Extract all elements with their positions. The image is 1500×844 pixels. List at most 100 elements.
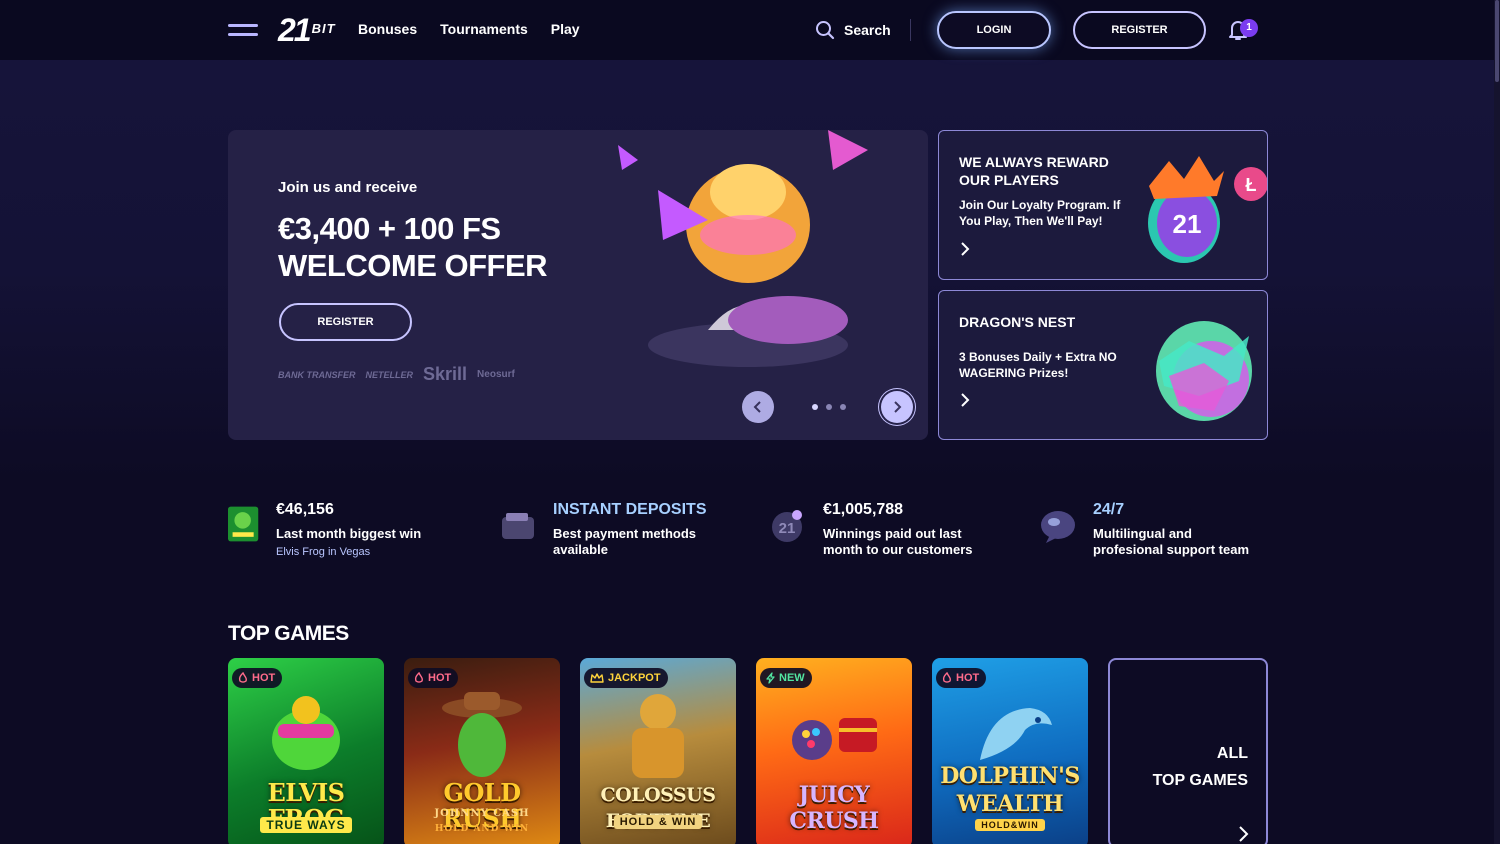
search-icon bbox=[816, 21, 835, 40]
game-thumbnail-icon bbox=[228, 506, 259, 542]
all-top-games-card[interactable]: ALL TOP GAMES bbox=[1108, 658, 1268, 844]
game-tag-label: TRUE WAYS bbox=[260, 817, 352, 833]
login-button[interactable]: LOGIN bbox=[937, 11, 1051, 49]
payment-bank-transfer: BANK TRANSFER bbox=[278, 369, 356, 380]
game-title: DOLPHIN'S WEALTH bbox=[940, 763, 1080, 817]
crown-icon bbox=[590, 672, 604, 683]
stat-desc-line2: available bbox=[553, 542, 608, 557]
chevron-right-icon bbox=[961, 242, 970, 256]
top-header: 21 BIT Bonuses Tournaments Play Search L… bbox=[0, 0, 1500, 60]
badge-label: HOT bbox=[428, 672, 452, 684]
badge-label: NEW bbox=[779, 672, 805, 684]
game-badge: HOT bbox=[936, 668, 987, 688]
stat-desc-line2: profesional support team bbox=[1093, 542, 1250, 557]
stat-value: €1,005,788 bbox=[823, 501, 904, 518]
game-card-juicy-crush[interactable]: NEW JUICY CRUSH bbox=[756, 658, 912, 844]
nav-bonuses[interactable]: Bonuses bbox=[358, 21, 417, 37]
all-games-line2: TOP GAMES bbox=[1152, 772, 1248, 789]
game-tag: HOLD&WIN bbox=[932, 819, 1088, 831]
game-card-gold-rush[interactable]: HOT GOLD RUSH JOHNNY CASH HOLD AND WIN bbox=[404, 658, 560, 844]
game-title: JUICY CRUSH bbox=[789, 782, 879, 834]
logo-number: 21 bbox=[278, 12, 312, 48]
hero-subtitle: Join us and receive bbox=[278, 179, 418, 196]
all-top-games-label: ALL TOP GAMES bbox=[1153, 740, 1248, 794]
dragons-nest-promo-card[interactable]: DRAGON'S NEST 3 Bonuses Daily + Extra NO… bbox=[938, 290, 1268, 440]
flame-icon bbox=[238, 672, 247, 683]
game-badge: JACKPOT bbox=[584, 668, 668, 688]
bolt-icon bbox=[766, 672, 775, 684]
scrollbar-thumb[interactable] bbox=[1495, 0, 1499, 82]
game-tag-label: HOLD&WIN bbox=[975, 819, 1045, 831]
game-badge: HOT bbox=[232, 668, 283, 688]
badge-label: HOT bbox=[956, 672, 980, 684]
scrollbar-track[interactable] bbox=[1494, 0, 1500, 844]
badge-label: JACKPOT bbox=[608, 672, 661, 684]
stat-game-link[interactable]: Elvis Frog in Vegas bbox=[276, 546, 370, 558]
game-artwork bbox=[272, 696, 340, 770]
loyalty-promo-card[interactable]: WE ALWAYS REWARD OUR PLAYERS Join Our Lo… bbox=[938, 130, 1268, 280]
chevron-right-icon bbox=[961, 393, 970, 407]
top-games-heading: TOP GAMES bbox=[228, 622, 349, 645]
stat-value: €46,156 bbox=[276, 501, 334, 518]
search-label: Search bbox=[844, 22, 891, 38]
game-tag: HOLD & WIN bbox=[580, 815, 736, 829]
loyalty-coin-illustration: 21 Ł bbox=[1148, 156, 1267, 263]
dragon-egg-illustration bbox=[1156, 321, 1252, 421]
chevron-right-icon bbox=[1239, 826, 1249, 842]
all-games-line1: ALL bbox=[1216, 745, 1248, 762]
welcome-offer-banner: Join us and receive €3,400 + 100 FS WELC… bbox=[228, 130, 928, 440]
game-artwork bbox=[632, 694, 684, 778]
stat-desc-line1: Winnings paid out last bbox=[823, 526, 962, 541]
carousel-dot-1[interactable] bbox=[812, 404, 818, 410]
game-tag-label: HOLD & WIN bbox=[613, 815, 703, 829]
stat-description: Last month biggest win bbox=[276, 526, 422, 541]
svg-text:21: 21 bbox=[1173, 209, 1202, 239]
carousel-prev-button[interactable] bbox=[742, 391, 774, 423]
promo-title: WE ALWAYS REWARD OUR PLAYERS bbox=[959, 154, 1109, 188]
promo-text: Join Our Loyalty Program. If You Play, T… bbox=[959, 198, 1121, 228]
stat-description: Winnings paid out last month to our cust… bbox=[823, 526, 973, 558]
stat-description: Best payment methods available bbox=[553, 526, 696, 558]
game-artwork bbox=[792, 718, 877, 760]
stat-desc-line1: Best payment methods bbox=[553, 526, 697, 541]
carousel-dots bbox=[812, 404, 846, 410]
stat-value: 24/7 bbox=[1093, 501, 1125, 518]
promo-text: 3 Bonuses Daily + Extra NO WAGERING Priz… bbox=[959, 350, 1117, 380]
hero-mascot-illustration bbox=[618, 130, 868, 367]
coin-icon: 21 bbox=[772, 510, 802, 542]
payment-methods: BANK TRANSFER NETELLER Skrill Neosurf bbox=[278, 364, 515, 385]
nav-play[interactable]: Play bbox=[551, 21, 580, 37]
promo-title: DRAGON'S NEST bbox=[959, 314, 1076, 330]
stat-value: INSTANT DEPOSITS bbox=[553, 501, 707, 518]
carousel-next-button[interactable] bbox=[881, 391, 913, 423]
payment-neosurf: Neosurf bbox=[477, 369, 515, 380]
game-badge: NEW bbox=[760, 668, 812, 688]
flame-icon bbox=[942, 672, 951, 683]
carousel-dot-3[interactable] bbox=[840, 404, 846, 410]
chevron-left-icon bbox=[753, 401, 761, 413]
chat-bubble-icon bbox=[1041, 511, 1075, 543]
game-card-dolphins-wealth[interactable]: HOT DOLPHIN'S WEALTH HOLD&WIN bbox=[932, 658, 1088, 844]
game-tag-secondary: HOLD AND WIN bbox=[434, 824, 530, 834]
wallet-icon bbox=[502, 513, 534, 539]
menu-icon[interactable] bbox=[228, 22, 258, 38]
payment-neteller: NETELLER bbox=[365, 369, 414, 380]
flame-icon bbox=[414, 672, 423, 683]
stat-description: Multilingual and profesional support tea… bbox=[1093, 526, 1249, 558]
logo-text: BIT bbox=[311, 21, 336, 36]
register-button[interactable]: REGISTER bbox=[1073, 11, 1206, 49]
search-button[interactable]: Search bbox=[815, 20, 891, 40]
chevron-right-icon bbox=[894, 401, 902, 413]
hero-register-button[interactable]: REGISTER bbox=[279, 303, 412, 341]
nav-tournaments[interactable]: Tournaments bbox=[440, 21, 528, 37]
site-logo[interactable]: 21 BIT bbox=[278, 12, 336, 46]
game-artwork bbox=[442, 692, 522, 777]
hero-title: €3,400 + 100 FS WELCOME OFFER bbox=[278, 211, 548, 283]
game-badge: HOT bbox=[408, 668, 459, 688]
carousel-dot-2[interactable] bbox=[826, 404, 832, 410]
payment-skrill: Skrill bbox=[423, 364, 468, 384]
game-card-colossus-fortune[interactable]: JACKPOT COLOSSUS FORTUNE HOLD & WIN bbox=[580, 658, 736, 844]
game-card-elvis-frog[interactable]: HOT ELVIS FROG TRUE WAYS bbox=[228, 658, 384, 844]
badge-label: HOT bbox=[252, 672, 276, 684]
stat-desc-line1: Multilingual and bbox=[1093, 526, 1192, 541]
